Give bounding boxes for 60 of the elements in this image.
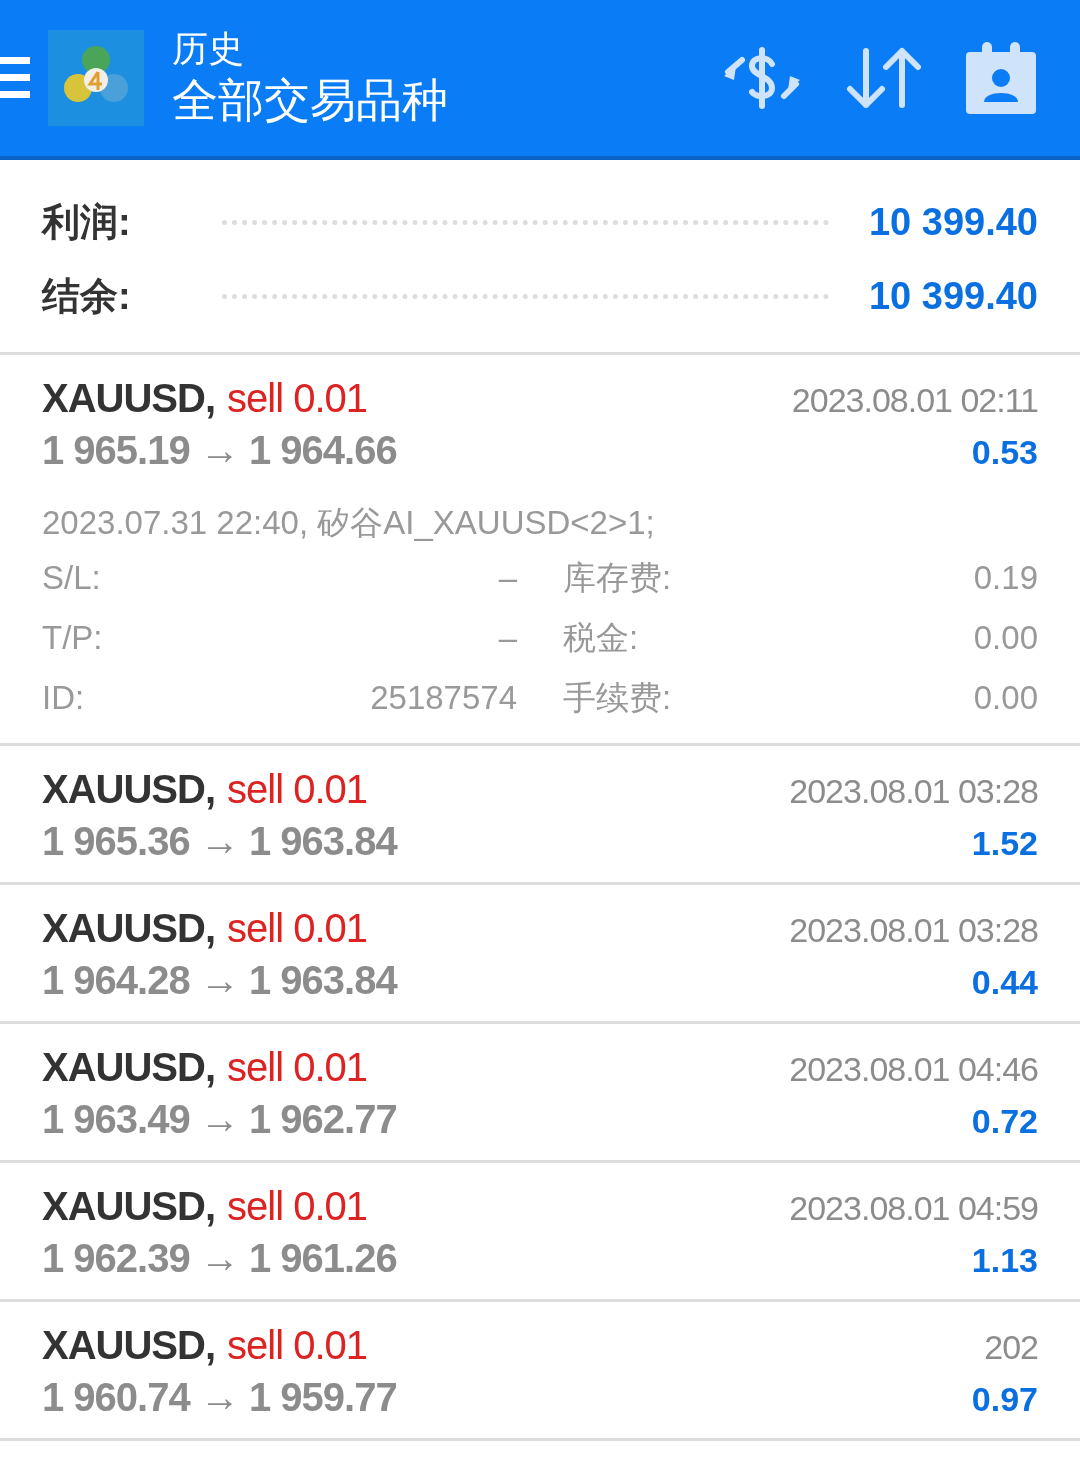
detail-value: – xyxy=(498,619,517,657)
summary-value: 10 399.40 xyxy=(868,274,1038,318)
trade-prices: 1 965.36 → 1 963.84 xyxy=(42,818,397,865)
menu-icon[interactable] xyxy=(0,55,30,101)
trade-profit: 1.13 xyxy=(971,1241,1038,1280)
trade-row[interactable]: XAUUSD, sell 0.01 2023.08.01 04:59 1 962.39 → 1 961.26 1.13 xyxy=(0,1163,1080,1302)
detail-label: S/L: xyxy=(42,559,101,597)
trade-profit: 0.72 xyxy=(971,1102,1038,1141)
trade-profit: 0.44 xyxy=(971,963,1038,1002)
trade-prices: 1 965.19 → 1 964.66 xyxy=(42,427,397,474)
symbol-filter[interactable]: 全部交易品种 xyxy=(172,71,722,129)
trade-symbol: XAUUSD, xyxy=(42,1044,216,1091)
detail-label: 税金: xyxy=(563,617,639,658)
trade-time: 2023.08.01 03:28 xyxy=(789,911,1038,950)
trade-row[interactable]: XAUUSD, sell 0.01 2023.08.01 02:11 1 965.19 → 1 964.66 0.53 2023.07.31 22:40, 矽谷AI_XAUUSD<2>1; S/L: – 库存费: 0.19 T/P: – 税金: 0.00 ID: 25187574 手续费: 0.00 xyxy=(0,355,1080,746)
trade-time: 202 xyxy=(984,1328,1038,1367)
trade-row[interactable]: XAUUSD, sell 0.01 2023.08.01 04:46 1 963.49 → 1 962.77 0.72 xyxy=(0,1024,1080,1163)
detail-label: ID: xyxy=(42,679,85,717)
trade-symbol: XAUUSD, xyxy=(42,1322,216,1369)
detail-value: 0.19 xyxy=(973,559,1038,597)
trade-symbol: XAUUSD, xyxy=(42,375,216,422)
trade-side: sell 0.01 xyxy=(227,766,367,813)
trade-row[interactable]: XAUUSD, sell 0.01 2023.08.01 03:28 1 965.36 → 1 963.84 1.52 xyxy=(0,746,1080,885)
screen-title: 历史 xyxy=(172,27,245,71)
trade-time: 2023.08.01 04:46 xyxy=(789,1050,1038,1089)
trade-side: sell 0.01 xyxy=(227,375,367,422)
trade-row[interactable]: XAUUSD, sell 0.01 202 1 960.74 → 1 959.77 0.97 xyxy=(0,1302,1080,1441)
detail-value: 0.00 xyxy=(973,619,1038,657)
detail-value: 0.00 xyxy=(973,679,1038,717)
trade-prices: 1 962.39 → 1 961.26 xyxy=(42,1235,397,1282)
summary-value: 10 399.40 xyxy=(868,200,1038,244)
trade-symbol: XAUUSD, xyxy=(42,1183,216,1230)
trade-side: sell 0.01 xyxy=(227,1044,367,1091)
trade-symbol: XAUUSD, xyxy=(42,766,216,813)
trade-time: 2023.08.01 04:59 xyxy=(789,1189,1038,1228)
trade-prices: 1 964.28 → 1 963.84 xyxy=(42,957,397,1004)
trade-profit: 1.52 xyxy=(971,824,1038,863)
detail-value: 25187574 xyxy=(370,679,517,717)
currency-exchange-icon[interactable] xyxy=(722,46,802,110)
trade-comment: 2023.07.31 22:40, 矽谷AI_XAUUSD<2>1; xyxy=(42,503,656,543)
trade-side: sell 0.01 xyxy=(227,1183,367,1230)
trade-prices: 1 960.74 → 1 959.77 xyxy=(42,1374,397,1421)
trade-profit: 0.53 xyxy=(971,433,1038,472)
detail-value: – xyxy=(498,559,517,597)
detail-label: 库存费: xyxy=(563,557,672,598)
trade-time: 2023.08.01 02:11 xyxy=(791,381,1038,420)
trade-time: 2023.08.01 03:28 xyxy=(789,772,1038,811)
summary-label: 利润: xyxy=(42,199,132,245)
detail-label: 手续费: xyxy=(563,677,672,718)
sort-icon[interactable] xyxy=(846,45,922,111)
trade-side: sell 0.01 xyxy=(227,1322,367,1369)
app-logo-icon xyxy=(48,30,144,126)
detail-label: T/P: xyxy=(42,619,103,657)
trade-prices: 1 963.49 → 1 962.77 xyxy=(42,1096,397,1143)
trade-symbol: XAUUSD, xyxy=(42,905,216,952)
trade-profit: 0.97 xyxy=(971,1380,1038,1419)
contact-calendar-icon[interactable] xyxy=(966,42,1036,114)
summary-label: 结余: xyxy=(42,273,132,319)
trade-row[interactable]: XAUUSD, sell 0.01 2023.08.01 03:28 1 964.28 → 1 963.84 0.44 xyxy=(0,885,1080,1024)
trade-side: sell 0.01 xyxy=(227,905,367,952)
